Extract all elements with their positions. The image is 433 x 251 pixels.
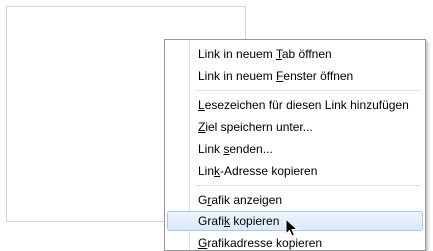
menu-item-label: Grafik kopieren [198, 214, 280, 228]
mouse-pointer-icon [285, 218, 299, 237]
menu-item-label: Link in neuem Fenster öffnen [198, 69, 354, 83]
menu-separator [195, 185, 421, 186]
menu-item-label: Grafikadresse kopieren [198, 236, 323, 250]
menu-item-label: Link senden... [198, 142, 273, 156]
menu-item-label: Ziel speichern unter... [198, 120, 313, 134]
menu-item-copy-link-address[interactable]: Link-Adresse kopieren [167, 161, 423, 181]
menu-separator [195, 90, 421, 91]
menu-item-view-image[interactable]: Grafik anzeigen [167, 190, 423, 210]
menu-item-label: Lesezeichen für diesen Link hinzufügen [198, 98, 409, 112]
menu-item-bookmark-link[interactable]: Lesezeichen für diesen Link hinzufügen [167, 95, 423, 115]
menu-item-open-in-new-tab[interactable]: Link in neuem Tab öffnen [167, 44, 423, 64]
menu-item-label: Grafik anzeigen [198, 193, 283, 207]
menu-item-label: Link in neuem Tab öffnen [198, 47, 332, 61]
menu-item-send-link[interactable]: Link senden... [167, 139, 423, 159]
menu-item-open-in-new-window[interactable]: Link in neuem Fenster öffnen [167, 66, 423, 86]
menu-item-save-target-as[interactable]: Ziel speichern unter... [167, 117, 423, 137]
menu-item-label: Link-Adresse kopieren [198, 164, 318, 178]
